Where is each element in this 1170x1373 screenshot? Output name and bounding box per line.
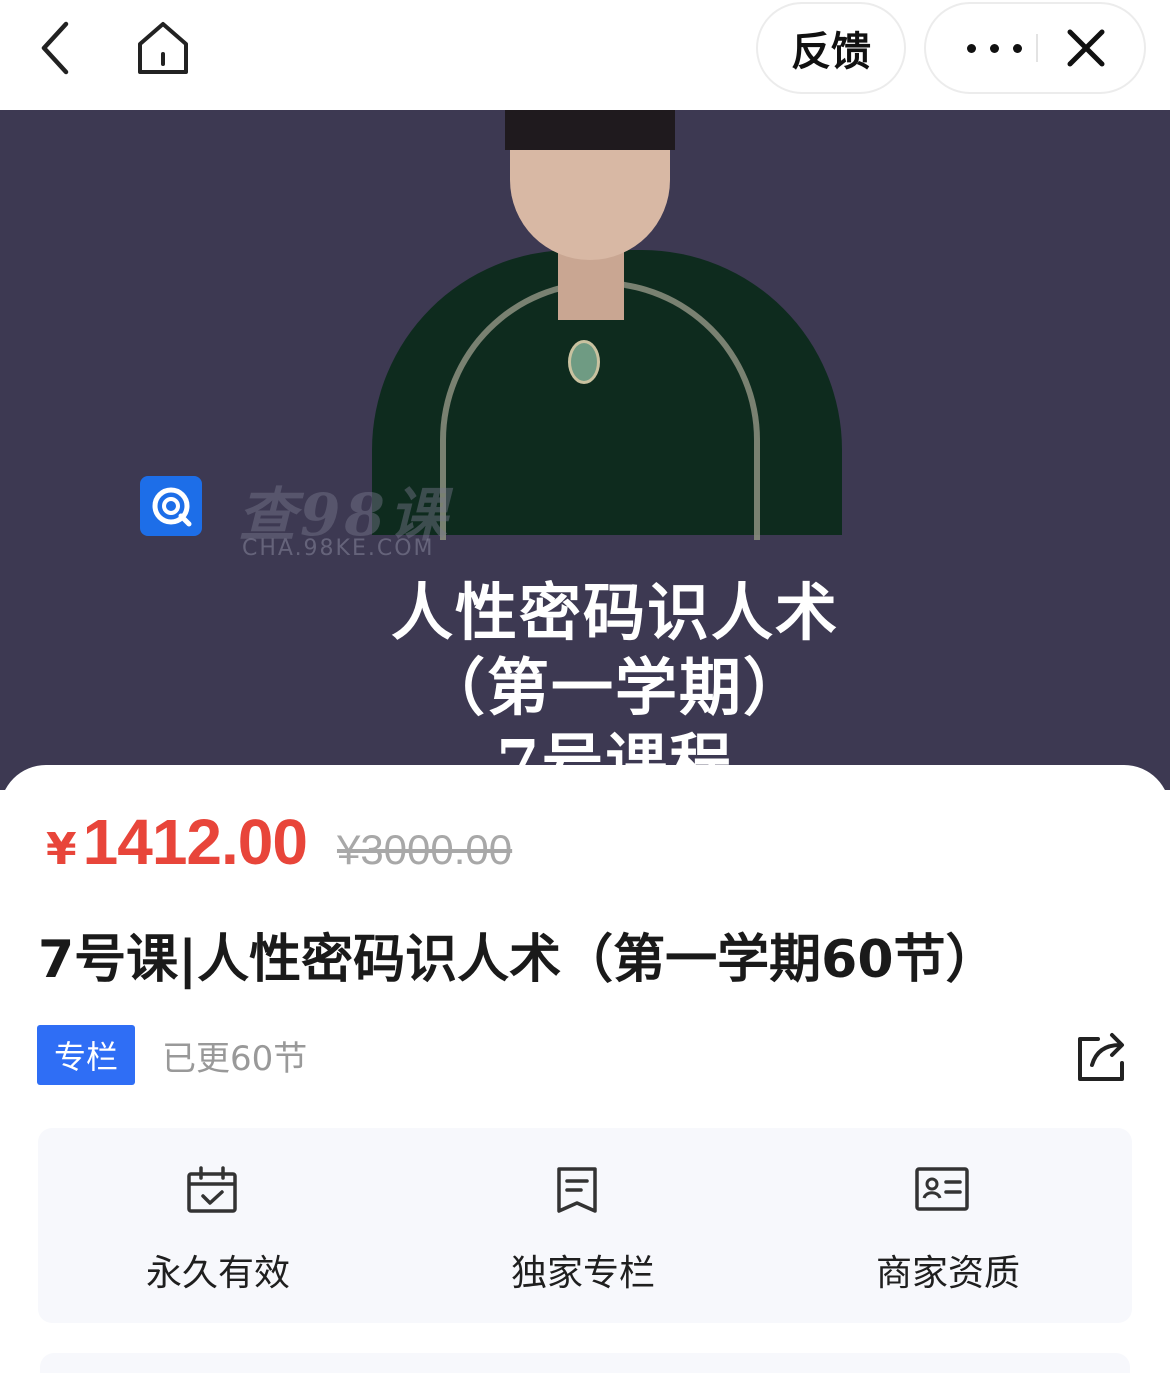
feature-label: 商家资质 xyxy=(875,1253,1020,1294)
course-title: 7号课|人性密码识人术（第一学期60节） xyxy=(38,930,998,990)
feature-label: 永久有效 xyxy=(145,1253,290,1294)
back-icon[interactable] xyxy=(30,18,86,78)
feedback-button[interactable]: 反馈 xyxy=(756,2,906,94)
home-icon[interactable] xyxy=(132,18,194,78)
update-count: 已更60节 xyxy=(162,1039,308,1079)
current-price: 1412.00 xyxy=(82,806,308,878)
id-card-icon xyxy=(915,1167,969,1211)
feature-exclusive[interactable]: 独家专栏 xyxy=(443,1128,723,1323)
pill-divider xyxy=(1036,34,1038,62)
document-icon xyxy=(557,1167,597,1213)
calendar-check-icon xyxy=(187,1166,237,1213)
feature-panel: 永久有效 独家专栏 商家资质 xyxy=(38,1128,1132,1323)
feature-merchant[interactable]: 商家资质 xyxy=(808,1128,1088,1323)
share-icon[interactable] xyxy=(1072,1027,1132,1085)
top-nav-bar: 反馈 xyxy=(0,0,1170,110)
currency-symbol: ¥ xyxy=(46,824,77,875)
watermark-subtext: CHA.98KE.COM xyxy=(242,536,435,561)
close-icon[interactable] xyxy=(1054,16,1118,80)
watermark-logo-icon xyxy=(140,476,202,536)
menu-pill xyxy=(924,2,1146,94)
original-price: ¥3000.00 xyxy=(336,826,513,873)
feature-label: 独家专栏 xyxy=(510,1253,655,1294)
course-cover-image: 查98课 CHA.98KE.COM 人性密码识人术 （第一学期） 7号课程 xyxy=(0,110,1170,790)
column-tag-badge: 专栏 xyxy=(37,1025,135,1085)
feature-permanent[interactable]: 永久有效 xyxy=(78,1128,358,1323)
price-row: ¥ 1412.00 ¥3000.00 xyxy=(46,805,512,879)
more-icon[interactable] xyxy=(946,4,1042,92)
next-section-edge xyxy=(40,1353,1130,1373)
product-info-card: ¥ 1412.00 ¥3000.00 7号课|人性密码识人术（第一学期60节） … xyxy=(0,765,1170,1373)
